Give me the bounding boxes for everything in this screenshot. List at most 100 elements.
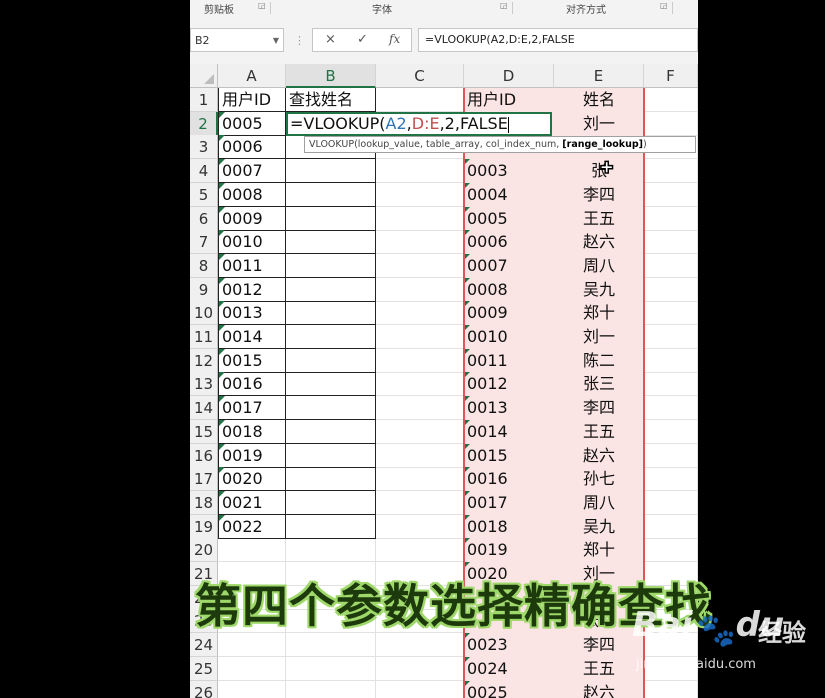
row-header-17[interactable]: 17	[190, 467, 218, 492]
cell-e5[interactable]: 李四	[554, 182, 644, 207]
row-header-26[interactable]: 26	[190, 680, 218, 698]
cell-d8[interactable]: 0007	[464, 253, 554, 278]
column-header-b[interactable]: B	[286, 64, 376, 88]
cell-b17[interactable]	[286, 467, 376, 492]
cell-a3[interactable]: 0006	[218, 135, 286, 160]
name-box[interactable]: B2 ▼	[190, 28, 284, 52]
cell-b18[interactable]	[286, 490, 376, 515]
row-header-19[interactable]: 19	[190, 514, 218, 539]
row-header-25[interactable]: 25	[190, 656, 218, 681]
cell-a5[interactable]: 0008	[218, 182, 286, 207]
cell-b5[interactable]	[286, 182, 376, 207]
cell-d24[interactable]: 0023	[464, 633, 554, 658]
cell-e4[interactable]: 张	[554, 159, 644, 184]
cell-e1[interactable]: 姓名	[554, 88, 644, 112]
row-header-12[interactable]: 12	[190, 348, 218, 373]
cell-e9[interactable]: 吴九	[554, 277, 644, 302]
cell-d19[interactable]: 0018	[464, 514, 554, 539]
column-header-d[interactable]: D	[464, 64, 554, 88]
cell-b13[interactable]	[286, 372, 376, 397]
cell-d15[interactable]: 0014	[464, 419, 554, 444]
cell-a1[interactable]: 用户ID	[218, 88, 286, 112]
row-header-11[interactable]: 11	[190, 325, 218, 349]
row-header-15[interactable]: 15	[190, 419, 218, 444]
cell-a12[interactable]: 0015	[218, 348, 286, 373]
column-header-a[interactable]: A	[218, 64, 286, 88]
row-header-9[interactable]: 9	[190, 277, 218, 302]
row-header-4[interactable]: 4	[190, 159, 218, 184]
row-header-7[interactable]: 7	[190, 230, 218, 255]
cell-d7[interactable]: 0006	[464, 230, 554, 255]
cell-e19[interactable]: 吴九	[554, 514, 644, 539]
cell-d5[interactable]: 0004	[464, 182, 554, 207]
column-header-c[interactable]: C	[376, 64, 464, 88]
row-header-24[interactable]: 24	[190, 633, 218, 658]
insert-function-icon[interactable]: fx	[389, 32, 400, 46]
cell-d12[interactable]: 0011	[464, 348, 554, 373]
row-header-1[interactable]: 1	[190, 88, 218, 112]
cell-b8[interactable]	[286, 253, 376, 278]
cell-d4[interactable]: 0003	[464, 159, 554, 184]
cell-e24[interactable]: 李四	[554, 633, 644, 658]
cell-e10[interactable]: 郑十	[554, 301, 644, 326]
ribbon-group-alignment[interactable]: 对齐方式	[566, 1, 606, 16]
row-header-14[interactable]: 14	[190, 396, 218, 421]
column-header-f[interactable]: F	[644, 64, 698, 88]
row-header-18[interactable]: 18	[190, 490, 218, 515]
row-header-10[interactable]: 10	[190, 301, 218, 326]
row-header-8[interactable]: 8	[190, 253, 218, 278]
cell-e7[interactable]: 赵六	[554, 230, 644, 255]
cell-e6[interactable]: 王五	[554, 206, 644, 231]
ribbon-group-clipboard[interactable]: 剪贴板	[204, 1, 234, 16]
cell-b12[interactable]	[286, 348, 376, 373]
cell-a4[interactable]: 0007	[218, 159, 286, 184]
cell-b16[interactable]	[286, 443, 376, 468]
cell-b14[interactable]	[286, 396, 376, 421]
row-header-16[interactable]: 16	[190, 443, 218, 468]
cell-b1[interactable]: 查找姓名	[286, 88, 376, 112]
cancel-icon[interactable]: ×	[325, 32, 336, 47]
cell-a11[interactable]: 0014	[218, 325, 286, 349]
cell-a13[interactable]: 0016	[218, 372, 286, 397]
clipboard-launcher-icon[interactable]: ◲	[258, 1, 266, 10]
more-options-icon[interactable]: ⋮	[294, 34, 305, 47]
active-cell-editor[interactable]: =VLOOKUP(A2,D:E,2,FALSE	[286, 112, 552, 136]
cell-e20[interactable]: 郑十	[554, 538, 644, 563]
cell-e11[interactable]: 刘一	[554, 325, 644, 349]
formula-input[interactable]: =VLOOKUP(A2,D:E,2,FALSE	[418, 28, 698, 52]
enter-check-icon[interactable]: ✓	[357, 32, 368, 47]
cell-d9[interactable]: 0008	[464, 277, 554, 302]
row-header-2[interactable]: 2	[190, 111, 218, 136]
cell-e25[interactable]: 王五	[554, 656, 644, 681]
cell-b19[interactable]	[286, 514, 376, 539]
cell-a16[interactable]: 0019	[218, 443, 286, 468]
column-header-e[interactable]: E	[554, 64, 644, 88]
font-launcher-icon[interactable]: ◲	[500, 1, 508, 10]
cell-a17[interactable]: 0020	[218, 467, 286, 492]
cell-a7[interactable]: 0010	[218, 230, 286, 255]
cell-d17[interactable]: 0016	[464, 467, 554, 492]
cell-e14[interactable]: 李四	[554, 396, 644, 421]
cell-e2[interactable]: 刘一	[554, 111, 644, 136]
cell-b6[interactable]	[286, 206, 376, 231]
cell-b7[interactable]	[286, 230, 376, 255]
cell-d6[interactable]: 0005	[464, 206, 554, 231]
cell-a18[interactable]: 0021	[218, 490, 286, 515]
select-all-corner[interactable]	[190, 64, 218, 88]
cell-a19[interactable]: 0022	[218, 514, 286, 539]
cell-a10[interactable]: 0013	[218, 301, 286, 326]
row-header-3[interactable]: 3	[190, 135, 218, 160]
cell-e12[interactable]: 陈二	[554, 348, 644, 373]
cell-a8[interactable]: 0011	[218, 253, 286, 278]
alignment-launcher-icon[interactable]: ◲	[660, 1, 668, 10]
cell-a9[interactable]: 0012	[218, 277, 286, 302]
cell-d14[interactable]: 0013	[464, 396, 554, 421]
cell-e8[interactable]: 周八	[554, 253, 644, 278]
cell-b11[interactable]	[286, 325, 376, 349]
chevron-down-icon[interactable]: ▼	[273, 29, 279, 53]
function-tooltip[interactable]: VLOOKUP(lookup_value, table_array, col_i…	[304, 136, 696, 153]
cell-a6[interactable]: 0009	[218, 206, 286, 231]
cell-d18[interactable]: 0017	[464, 490, 554, 515]
cell-e16[interactable]: 赵六	[554, 443, 644, 468]
cell-d10[interactable]: 0009	[464, 301, 554, 326]
